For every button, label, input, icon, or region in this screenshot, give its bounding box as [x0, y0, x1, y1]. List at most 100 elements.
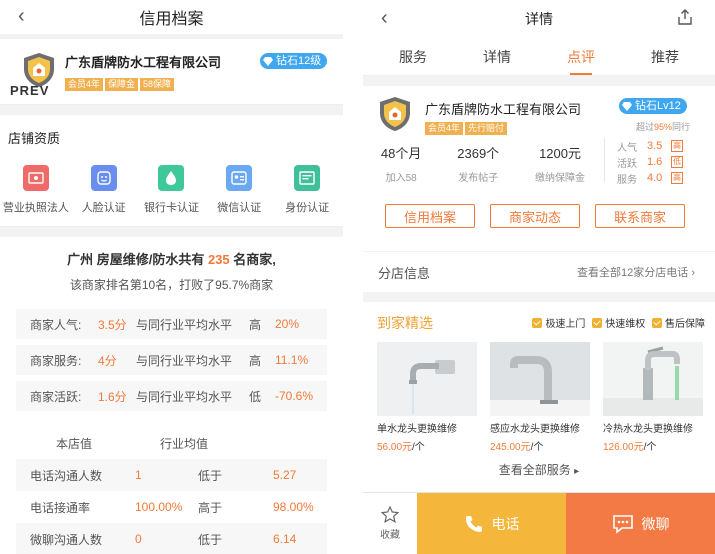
exceed-peers: 超过95%同行 — [636, 120, 690, 133]
action-buttons: 信用档案 商家动态 联系商家 — [385, 204, 685, 228]
guarantee-label: 极速上门 — [545, 319, 586, 330]
shield-logo-icon — [380, 97, 410, 131]
left-navbar: ‹ 信用档案 — [0, 0, 343, 34]
metric-row: 商家人气: 3.5分 与同行业平均水平 高 20% — [16, 309, 327, 339]
metric-score: 1.6分 — [98, 389, 127, 404]
tab-service[interactable]: 服务 — [399, 47, 427, 75]
metric-percent: -70.6% — [275, 389, 314, 403]
metric-label: 商家服务: — [30, 353, 82, 368]
qualification-section: 店铺资质 营业执照法人 人脸认证 银行卡认证 微信认证 身份认证 — [0, 115, 343, 227]
price-unit: /个 — [643, 442, 657, 453]
pop-badge: 高 — [671, 172, 683, 184]
guarantee-label: 售后保障 — [665, 319, 705, 330]
branch-info-row[interactable]: 分店信息 查看全部12家分店电话 › — [363, 252, 715, 292]
pop-badge: 高 — [671, 140, 683, 152]
stat-label: 加入58 — [385, 173, 417, 184]
row-value: 100.00% — [135, 500, 183, 514]
qualification-title: 店铺资质 — [8, 131, 61, 146]
price-unit: /个 — [530, 442, 544, 453]
license-icon — [22, 165, 49, 191]
product-name: 冷热水龙头更换维修 — [603, 424, 693, 435]
product-name: 单水龙头更换维修 — [377, 424, 457, 435]
tag-guarantee: 58保障 — [140, 78, 175, 91]
metric-percent: 11.1% — [275, 353, 309, 367]
diamond-icon — [263, 56, 273, 66]
qualification-item[interactable]: 身份认证 — [274, 165, 340, 215]
row-compare: 高于 — [198, 500, 223, 515]
row-value: 1 — [135, 468, 142, 482]
wechat-icon — [226, 165, 253, 191]
guarantee-list: 极速上门 快速维权 售后保障 — [532, 315, 705, 330]
column-header-store: 本店值 — [56, 436, 93, 451]
share-icon[interactable] — [677, 9, 693, 25]
mixer-faucet-image — [603, 342, 703, 416]
metric-level: 高 — [249, 353, 262, 368]
price-value: 126.00元 — [603, 442, 644, 453]
back-icon[interactable]: ‹ — [18, 6, 25, 26]
tab-bar: 服务 详情 点评 推荐 — [363, 38, 715, 76]
divider — [0, 227, 343, 237]
phone-button[interactable]: 电话 — [417, 493, 566, 554]
faucet-icon — [603, 342, 703, 416]
popularity-list: 人气 3.5 高 活跃 1.6 低 服务 4.0 高 — [617, 138, 683, 186]
featured-section: 到家精选 极速上门 快速维权 售后保障 单水龙头更换维修 56.00元/个 感应… — [363, 302, 715, 500]
row-average: 6.14 — [273, 532, 297, 546]
product-card[interactable]: 单水龙头更换维修 56.00元/个 — [377, 342, 477, 453]
stat-label: 发布帖子 — [458, 173, 499, 184]
tab-detail[interactable]: 详情 — [483, 47, 511, 75]
featured-title: 到家精选 — [377, 315, 433, 331]
row-compare: 低于 — [198, 532, 223, 547]
pop-label: 服务 — [617, 174, 637, 186]
view-all-label: 查看全部服务 — [498, 463, 571, 477]
metric-score: 4分 — [98, 353, 117, 368]
metric-compare: 与同行业平均水平 — [136, 389, 233, 404]
credit-file-button[interactable]: 信用档案 — [385, 204, 475, 228]
right-header: ‹ 详情 服务 详情 点评 推荐 — [363, 0, 715, 76]
company-tags: 会员4年 保障金 58保障 — [65, 74, 176, 92]
contact-merchant-button[interactable]: 联系商家 — [595, 204, 685, 228]
pop-value: 1.6 — [647, 156, 663, 168]
qualification-item[interactable]: 微信认证 — [206, 165, 272, 215]
favorite-button[interactable]: 收藏 — [363, 493, 417, 554]
qualification-item[interactable]: 银行卡认证 — [138, 165, 204, 215]
rank-summary: 该商家排名第10名，打败了95.7%商家 — [69, 278, 274, 292]
merchant-card: 广东盾牌防水工程有限公司 会员4年 先行赔付 钻石Lv12 超过95%同行 48个… — [363, 86, 715, 251]
popularity-row: 活跃 1.6 低 — [617, 154, 683, 170]
metric-compare: 与同行业平均水平 — [136, 353, 233, 368]
qualification-label: 银行卡认证 — [143, 202, 199, 214]
pop-badge: 低 — [671, 156, 683, 168]
rank-line: 广州 房屋维修/防水共有 235 名商家, — [0, 249, 343, 268]
tag-member: 会员4年 — [425, 122, 464, 135]
chat-button[interactable]: 微聊 — [566, 493, 715, 554]
qualification-list: 营业执照法人 人脸认证 银行卡认证 微信认证 身份认证 — [0, 165, 343, 215]
metric-label: 商家人气: — [30, 317, 82, 332]
stat-item: 48个月 加入58 — [381, 143, 421, 184]
qualification-item[interactable]: 人脸认证 — [71, 165, 137, 215]
tab-review[interactable]: 点评 — [567, 47, 595, 75]
metric-row: 商家活跃: 1.6分 与同行业平均水平 低 -70.6% — [16, 381, 327, 411]
divider — [0, 105, 343, 115]
qualification-label: 微信认证 — [217, 202, 262, 214]
exceed-prefix: 超过 — [635, 122, 654, 132]
diamond-level-label: 钻石Lv12 — [635, 100, 681, 112]
chevron-right-icon: › — [691, 267, 695, 279]
credit-file-screen: ‹ 信用档案 广东盾牌防水工程有限公司 会员4年 保障金 58保障 钻石12级 PR… — [0, 0, 343, 554]
view-all-services-link[interactable]: 查看全部服务 ▸ — [363, 461, 715, 478]
table-row: 电话接通率 100.00% 高于 98.00% — [16, 491, 327, 523]
row-name: 电话沟通人数 — [30, 468, 103, 483]
prev-overlay-label[interactable]: PREV — [10, 83, 49, 98]
stat-item: 1200元 缴纳保障金 — [535, 143, 585, 184]
check-icon — [532, 318, 543, 328]
tab-recommend[interactable]: 推荐 — [651, 47, 679, 75]
diamond-level-label: 钻石12级 — [276, 55, 322, 67]
product-price: 126.00元/个 — [603, 438, 703, 453]
popularity-row: 服务 4.0 高 — [617, 170, 683, 186]
product-card[interactable]: 冷热水龙头更换维修 126.00元/个 — [603, 342, 703, 453]
back-icon[interactable]: ‹ — [381, 8, 388, 28]
right-navbar: ‹ 详情 — [363, 0, 715, 38]
product-card[interactable]: 感应水龙头更换维修 245.00元/个 — [490, 342, 590, 453]
branch-link[interactable]: 查看全部12家分店电话 › — [577, 264, 695, 280]
company-name: 广东盾牌防水工程有限公司 — [65, 55, 222, 70]
merchant-news-button[interactable]: 商家动态 — [490, 204, 580, 228]
qualification-item[interactable]: 营业执照法人 — [3, 165, 69, 215]
